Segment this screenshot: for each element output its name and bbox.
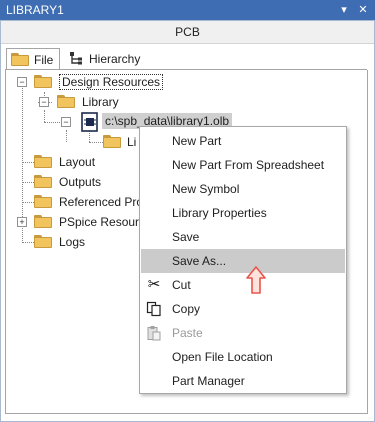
tree-line: [66, 130, 67, 142]
tree-line: [22, 162, 34, 163]
window-titlebar: LIBRARY1 ▾ ✕: [0, 0, 375, 20]
tree-node-outputs[interactable]: Outputs: [59, 175, 101, 189]
tree-line: [89, 142, 103, 143]
scissors-icon: ✂: [147, 276, 161, 293]
paste-icon: [147, 326, 161, 341]
tree-node-library-child[interactable]: Li: [127, 135, 136, 149]
menu-item-label: Part Manager: [172, 374, 245, 388]
menu-item-label: Copy: [172, 302, 201, 316]
menu-item-library-properties[interactable]: Library Properties: [141, 201, 345, 225]
hierarchy-icon: [70, 51, 82, 64]
menu-item-label: New Symbol: [172, 182, 240, 196]
folder-icon: [34, 215, 52, 228]
menu-item-save-as[interactable]: Save As...: [141, 249, 345, 273]
collapse-toggle[interactable]: −: [61, 117, 71, 127]
menu-item-label: New Part: [172, 134, 222, 148]
panel-header-label: PCB: [175, 25, 200, 39]
folder-icon: [34, 155, 52, 168]
folder-icon: [34, 235, 52, 248]
menu-item-save[interactable]: Save: [141, 225, 345, 249]
window-title: LIBRARY1: [6, 3, 64, 17]
menu-item-new-part-from-spreadsheet[interactable]: New Part From Spreadsheet: [141, 153, 345, 177]
close-icon[interactable]: ✕: [355, 2, 371, 18]
expand-toggle[interactable]: +: [17, 217, 27, 227]
menu-item-copy[interactable]: Copy: [141, 297, 345, 321]
dropdown-icon[interactable]: ▾: [336, 2, 352, 18]
menu-item-label: Save: [172, 230, 200, 244]
tree-node-logs[interactable]: Logs: [59, 235, 85, 249]
collapse-toggle[interactable]: −: [39, 97, 49, 107]
library-file-icon: [81, 112, 98, 132]
folder-icon: [57, 95, 75, 108]
menu-item-label: New Part From Spreadsheet: [172, 158, 325, 172]
up-arrow-annotation-icon: [246, 266, 266, 294]
menu-item-paste[interactable]: Paste: [141, 321, 345, 345]
panel-header: PCB: [1, 21, 374, 44]
tab-file[interactable]: File: [6, 48, 61, 71]
tree-line: [44, 110, 45, 122]
tree-line: [22, 202, 34, 203]
tree-node-pspice[interactable]: PSpice Resource: [59, 215, 152, 229]
folder-icon: [34, 75, 52, 88]
menu-item-part-manager[interactable]: Part Manager: [141, 369, 345, 393]
tab-hierarchy-label: Hierarchy: [89, 51, 141, 66]
copy-icon: [146, 301, 161, 317]
menu-item-new-part[interactable]: New Part: [141, 129, 345, 153]
menu-item-label: Cut: [172, 278, 191, 292]
menu-item-label: Library Properties: [172, 206, 267, 220]
folder-icon: [103, 135, 121, 148]
collapse-toggle[interactable]: −: [17, 77, 27, 87]
tree-node-layout[interactable]: Layout: [59, 155, 95, 169]
tree-line: [22, 182, 34, 183]
tree-node-library[interactable]: Library: [82, 95, 119, 109]
folder-icon: [34, 195, 52, 208]
menu-item-label: Save As...: [172, 254, 227, 268]
context-menu: New Part New Part From Spreadsheet New S…: [139, 126, 347, 394]
menu-item-label: Open File Location: [172, 350, 273, 364]
menu-item-new-symbol[interactable]: New Symbol: [141, 177, 345, 201]
folder-icon: [34, 175, 52, 188]
menu-item-open-file-location[interactable]: Open File Location: [141, 345, 345, 369]
tree-line: [22, 242, 34, 243]
tree-node-referenced[interactable]: Referenced Pro: [59, 195, 143, 209]
folder-icon: [11, 53, 29, 66]
tab-file-label: File: [34, 52, 54, 67]
tab-hierarchy[interactable]: Hierarchy: [64, 48, 146, 69]
menu-item-label: Paste: [172, 326, 203, 340]
menu-item-cut[interactable]: ✂ Cut: [141, 273, 345, 297]
tree-node-design-resources[interactable]: Design Resources: [59, 74, 164, 90]
